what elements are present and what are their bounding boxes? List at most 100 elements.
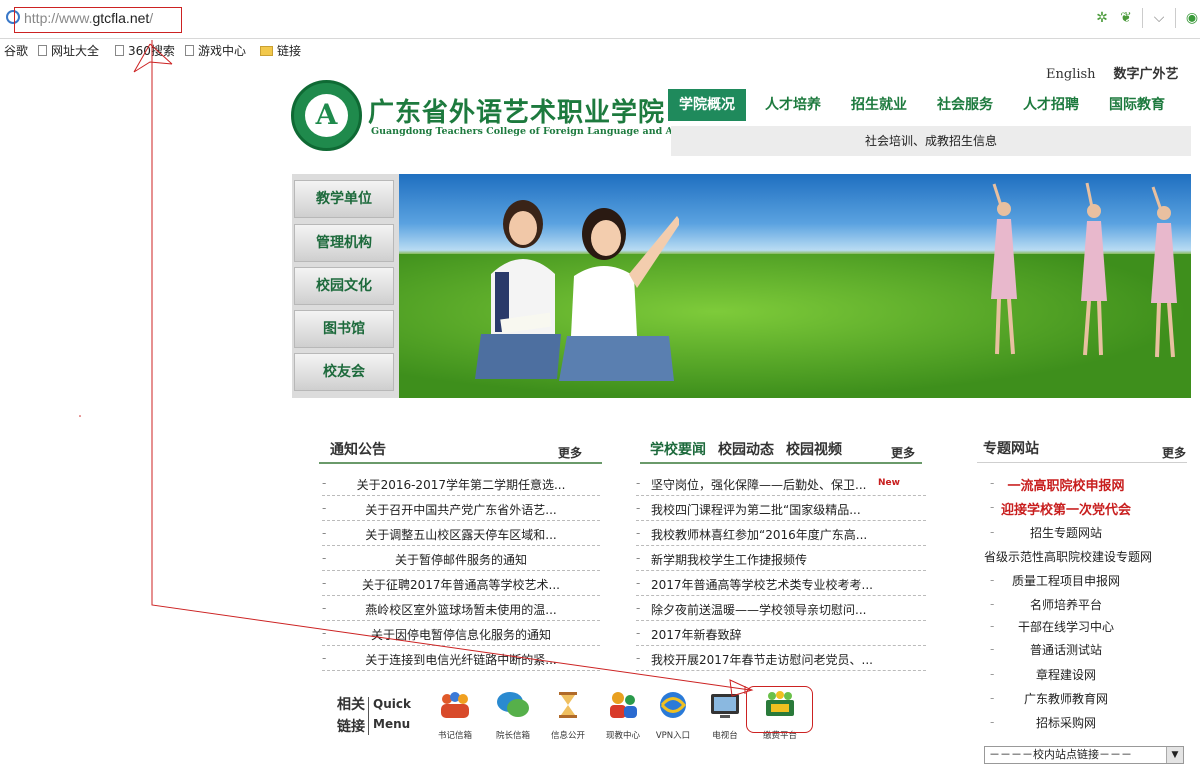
quick-links-label-en: Quick Menu <box>373 694 411 734</box>
tab-campus-updates[interactable]: 校园动态 <box>718 442 774 458</box>
news-item[interactable]: - 我校教师林喜红参加“2016年度广东高... <box>636 521 926 546</box>
tv-icon <box>711 694 739 718</box>
news-item[interactable]: - 除夕夜前送温暖——学校领导亲切慰问... <box>636 596 926 621</box>
bookmark-360-search[interactable]: 360搜索 <box>115 42 175 59</box>
special-site-link[interactable]: 省级示范性高职院校建设专题网 <box>983 548 1153 565</box>
sub-nav: 社会培训、成教招生信息 <box>671 126 1191 156</box>
bullet-dash: - <box>990 715 995 729</box>
tab-campus-video[interactable]: 校园视频 <box>786 442 842 458</box>
tab-school-news[interactable]: 学校要闻 <box>650 442 706 458</box>
digital-campus-link[interactable]: 数字广外艺 <box>1114 67 1179 82</box>
bullet-dash: - <box>636 476 641 490</box>
bullet-dash: - <box>990 597 995 611</box>
people-group-icon <box>441 692 469 718</box>
special-site-link[interactable]: 干部在线学习中心 <box>985 618 1147 635</box>
news-item[interactable]: - 新学期我校学生工作捷报频传 <box>636 546 926 571</box>
news-item[interactable]: -2017年普通高等学校艺术类专业校考考... <box>636 571 926 596</box>
news-more-link[interactable]: 更多 <box>891 444 915 461</box>
campus-sites-select[interactable]: －－－－校内站点链接－－－ ▼ <box>984 746 1184 764</box>
english-link[interactable]: English <box>1046 67 1096 82</box>
page-icon <box>38 45 47 56</box>
people-icon <box>610 692 637 718</box>
notice-item[interactable]: - 关于2016-2017学年第二学期任意选... <box>322 471 600 496</box>
folder-icon <box>260 45 273 56</box>
bookmark-google[interactable]: 谷歌 <box>4 42 28 59</box>
bullet-dash: - <box>990 642 995 656</box>
special-site-link[interactable]: 章程建设网 <box>985 666 1147 683</box>
quick-secretary-mailbox[interactable]: 书记信箱 <box>430 690 480 741</box>
quick-vpn-entry[interactable]: VPN入口 <box>648 690 698 741</box>
notices-more-link[interactable]: 更多 <box>558 444 582 461</box>
college-logo[interactable]: A <box>291 80 362 151</box>
news-item-label: 我校开展2017年春节走访慰问老党员、... <box>651 653 873 667</box>
news-item[interactable]: -2017年新春致辞 <box>636 621 926 646</box>
quick-info-disclosure[interactable]: 信息公开 <box>543 690 593 741</box>
special-sites-more-link[interactable]: 更多 <box>1162 444 1186 461</box>
chevron-down-icon: ▼ <box>1166 747 1183 763</box>
sub-nav-link[interactable]: 社会培训、成教招生信息 <box>865 134 997 148</box>
banner-student-figure <box>559 208 679 381</box>
notices-title: 通知公告 <box>330 442 386 458</box>
notice-item[interactable]: - 关于调整五山校区露天停车区域和... <box>322 521 600 546</box>
payment-highlight-box <box>746 686 813 733</box>
leaf-icon[interactable]: ❦ <box>1118 10 1134 26</box>
notice-item[interactable]: - 关于因停电暂停信息化服务的通知 <box>322 621 600 646</box>
notice-item[interactable]: - 关于召开中国共产党广东省外语艺... <box>322 496 600 521</box>
special-site-link[interactable]: 名师培养平台 <box>985 596 1147 613</box>
quick-modern-education-center[interactable]: 现教中心 <box>598 690 648 741</box>
banner-dancer-figure <box>991 183 1017 355</box>
special-site-link[interactable]: 一流高职院校申报网 <box>985 475 1147 494</box>
refresh-icon[interactable]: ✲ <box>1094 10 1110 26</box>
notice-item-label: 关于因停电暂停信息化服务的通知 <box>370 628 551 642</box>
logo-emblem: A <box>305 94 348 137</box>
quick-tv-station[interactable]: 电视台 <box>700 690 750 741</box>
special-site-link[interactable]: 迎接学校第一次党代会 <box>985 499 1147 518</box>
news-item-label: 除夕夜前送温暖——学校领导亲切慰问... <box>651 603 867 617</box>
special-site-link[interactable]: 普通话测试站 <box>985 641 1147 658</box>
news-tabs: 学校要闻 校园动态 校园视频 <box>650 439 854 459</box>
side-menu-library[interactable]: 图书馆 <box>294 310 394 348</box>
notice-item[interactable]: - 关于暂停邮件服务的通知 <box>322 546 600 571</box>
notice-item-label: 燕岭校区室外篮球场暂未使用的温... <box>365 603 557 617</box>
chevron-down-icon[interactable]: ⌵ <box>1151 10 1167 26</box>
quick-link-label: 电视台 <box>712 731 738 741</box>
notices-divider <box>319 462 602 464</box>
special-site-link[interactable]: 广东教师教育网 <box>985 690 1147 707</box>
nav-recruitment[interactable]: 人才招聘 <box>1012 89 1090 121</box>
special-site-link[interactable]: 质量工程项目申报网 <box>985 572 1147 589</box>
news-item[interactable]: - 坚守岗位，强化保障——后勤处、保卫... New <box>636 471 926 496</box>
side-menu-admin-bodies[interactable]: 管理机构 <box>294 224 394 262</box>
nav-college-overview[interactable]: 学院概况 <box>668 89 746 121</box>
browser-logo-icon[interactable]: ◉ <box>1184 10 1200 26</box>
side-menu-teaching-units[interactable]: 教学单位 <box>294 180 394 218</box>
page-icon <box>185 45 194 56</box>
url-input[interactable]: http://www.gtcfla.net/ <box>24 10 153 26</box>
special-site-link[interactable]: 招生专题网站 <box>985 524 1147 541</box>
hourglass-icon <box>559 692 577 718</box>
nav-admission-employment[interactable]: 招生就业 <box>840 89 918 121</box>
nav-international-education[interactable]: 国际教育 <box>1098 89 1176 121</box>
quick-link-label: 书记信箱 <box>437 731 472 741</box>
special-sites-title: 专题网站 <box>983 441 1039 457</box>
news-item[interactable]: - 我校四门课程评为第二批“国家级精品... <box>636 496 926 521</box>
nav-talent-cultivation[interactable]: 人才培养 <box>754 89 832 121</box>
notice-item[interactable]: - 燕岭校区室外篮球场暂未使用的温... <box>322 596 600 621</box>
notice-item-label: 关于征聘2017年普通高等学校艺术... <box>362 578 560 592</box>
notice-item[interactable]: - 关于连接到电信光纤链路中断的紧... <box>322 646 600 671</box>
hero-banner <box>399 174 1191 398</box>
bookmark-game-center[interactable]: 游戏中心 <box>185 42 246 59</box>
bookmark-links-folder[interactable]: 链接 <box>260 42 301 59</box>
banner-dancer-figure <box>1081 182 1107 356</box>
side-menu-campus-culture[interactable]: 校园文化 <box>294 267 394 305</box>
notice-item-label: 关于调整五山校区露天停车区域和... <box>365 528 557 542</box>
new-badge: New <box>878 478 900 488</box>
notice-item-label: 关于连接到电信光纤链路中断的紧... <box>365 653 557 667</box>
bookmark-url-directory[interactable]: 网址大全 <box>38 42 99 59</box>
nav-social-service[interactable]: 社会服务 <box>926 89 1004 121</box>
side-menu-alumni[interactable]: 校友会 <box>294 353 394 391</box>
news-item-label: 2017年普通高等学校艺术类专业校考考... <box>651 578 873 592</box>
special-site-link[interactable]: 招标采购网 <box>985 714 1147 731</box>
quick-president-mailbox[interactable]: 院长信箱 <box>488 690 538 741</box>
news-item[interactable]: - 我校开展2017年春节走访慰问老党员、... <box>636 646 926 671</box>
notice-item[interactable]: - 关于征聘2017年普通高等学校艺术... <box>322 571 600 596</box>
